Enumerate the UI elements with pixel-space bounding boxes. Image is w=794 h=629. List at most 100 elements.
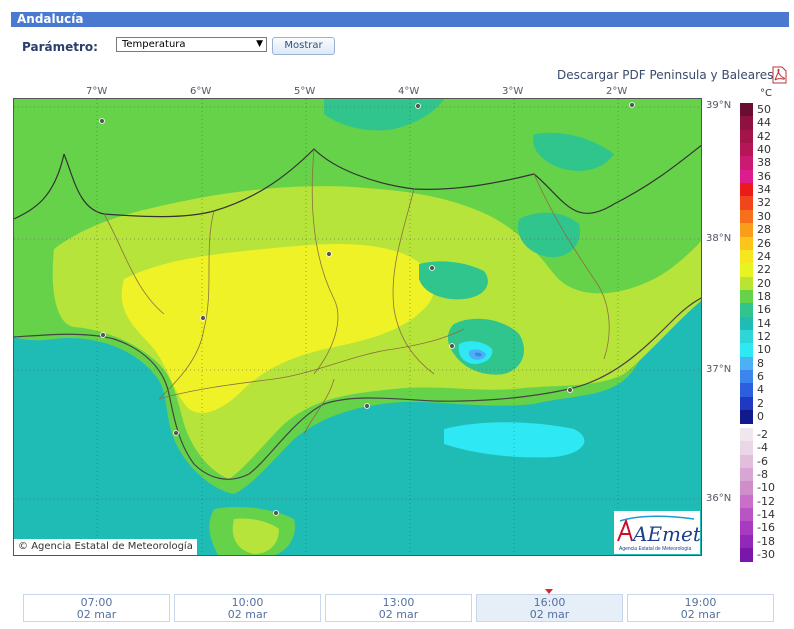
timeline-tab[interactable]: 19:00 02 mar <box>627 594 774 622</box>
legend-swatch <box>740 303 753 318</box>
legend-label: 26 <box>757 236 771 250</box>
parameter-select-value: Temperatura <box>122 39 186 50</box>
legend-label: 6 <box>757 370 764 383</box>
longitude-label: 5°W <box>294 86 316 97</box>
copyright-icon: © <box>18 541 28 552</box>
legend-label: -10 <box>757 481 775 495</box>
credit-text: Agencia Estatal de Meteorología <box>31 541 193 552</box>
legend-swatch <box>740 508 753 522</box>
timeline-date: 02 mar <box>76 608 117 621</box>
legend-label: 34 <box>757 183 771 197</box>
legend-label: -8 <box>757 468 768 482</box>
timeline-tab[interactable]: 13:00 02 mar <box>325 594 472 622</box>
legend-label: -12 <box>757 494 775 508</box>
legend-label: -18 <box>757 534 775 548</box>
legend-label: 16 <box>757 303 771 317</box>
legend-swatch <box>740 209 753 224</box>
legend-label: 8 <box>757 356 764 370</box>
aemet-logo-subtext: Agencia Estatal de Meteorología <box>619 546 691 552</box>
legend-swatch <box>740 548 753 562</box>
aemet-logo-text: AEmet <box>631 522 700 546</box>
legend-swatch <box>740 441 753 456</box>
longitude-label: 6°W <box>190 86 212 97</box>
legend-label: 12 <box>757 329 771 343</box>
latitude-label: 38°N <box>706 233 732 244</box>
legend-swatch <box>740 196 753 211</box>
timeline-date: 02 mar <box>227 608 268 621</box>
legend-label: 4 <box>757 383 764 397</box>
show-button[interactable]: Mostrar <box>272 37 335 55</box>
legend-label: -2 <box>757 428 768 441</box>
legend-swatch <box>740 494 753 509</box>
legend-label: -16 <box>757 521 775 535</box>
timeline-date: 02 mar <box>378 608 419 621</box>
legend-swatch <box>740 169 753 184</box>
legend-label: 30 <box>757 209 771 223</box>
aemet-logo-image: AEmet Agencia Estatal de Meteorología <box>617 515 702 552</box>
legend-label: 0 <box>757 410 764 424</box>
legend-swatch <box>740 156 753 171</box>
latitude-label: 39°N <box>706 100 732 111</box>
legend-label: 28 <box>757 223 771 237</box>
pdf-icon[interactable] <box>770 66 788 84</box>
legend-label: 36 <box>757 169 771 183</box>
legend-label: 50 <box>757 103 771 116</box>
legend-swatch <box>740 481 753 496</box>
legend-swatch <box>740 116 753 131</box>
legend-swatch <box>740 263 753 278</box>
parameter-label: Parámetro: <box>22 40 98 54</box>
legend-label: 2 <box>757 396 764 410</box>
legend-swatch <box>740 454 753 469</box>
legend-label: 44 <box>757 116 771 130</box>
dropdown-arrow-icon: ▼ <box>256 39 263 49</box>
timeline-date: 02 mar <box>529 608 570 621</box>
legend-swatch <box>740 383 753 398</box>
page-title: Andalucía <box>11 12 789 27</box>
legend-swatch <box>740 289 753 304</box>
legend-swatch <box>740 396 753 411</box>
latitude-label: 37°N <box>706 364 732 375</box>
legend-label: 24 <box>757 249 771 263</box>
longitude-label: 4°W <box>398 86 420 97</box>
legend-label: 38 <box>757 156 771 170</box>
download-pdf-link[interactable]: Descargar PDF Peninsula y Baleares <box>557 68 773 82</box>
legend-swatch <box>740 129 753 144</box>
aemet-logo: AEmet Agencia Estatal de Meteorología <box>614 511 702 554</box>
longitude-label: 3°W <box>502 86 524 97</box>
legend-label: -30 <box>757 548 775 562</box>
legend-swatch <box>740 428 753 442</box>
legend-label: 14 <box>757 316 771 330</box>
legend-swatch <box>740 343 753 358</box>
legend-swatch <box>740 103 753 117</box>
legend-swatch <box>740 223 753 237</box>
timeline-tab[interactable]: 10:00 02 mar <box>174 594 321 622</box>
legend-swatch <box>740 316 753 331</box>
legend-swatch <box>740 521 753 536</box>
map-canvas <box>14 99 701 555</box>
legend-swatch <box>740 370 753 384</box>
longitude-label: 7°W <box>86 86 108 97</box>
timeline-tab[interactable]: 07:00 02 mar <box>23 594 170 622</box>
legend-label: 10 <box>757 343 771 357</box>
parameter-select[interactable]: Temperatura ▼ <box>116 37 267 52</box>
legend-swatch <box>740 329 753 344</box>
legend-swatch <box>740 534 753 549</box>
legend-swatch <box>740 356 753 371</box>
timeline-date: 02 mar <box>680 608 721 621</box>
map-credit: © Agencia Estatal de Meteorología <box>14 539 197 555</box>
legend-swatch <box>740 143 753 157</box>
longitude-label: 2°W <box>606 86 628 97</box>
legend-swatch <box>740 410 753 424</box>
legend-label: 40 <box>757 143 771 157</box>
app-root: Andalucía Parámetro: Temperatura ▼ Mostr… <box>0 0 794 629</box>
timeline-tab[interactable]: 16:00 02 mar <box>476 594 623 622</box>
legend-label: 22 <box>757 263 771 277</box>
temperature-map[interactable] <box>13 98 702 556</box>
legend-label: -6 <box>757 454 768 468</box>
legend-swatch <box>740 236 753 251</box>
legend-label: 18 <box>757 289 771 303</box>
legend-swatch <box>740 468 753 482</box>
legend-swatch <box>740 183 753 197</box>
legend-swatch <box>740 276 753 291</box>
legend-unit: °C <box>760 88 772 99</box>
